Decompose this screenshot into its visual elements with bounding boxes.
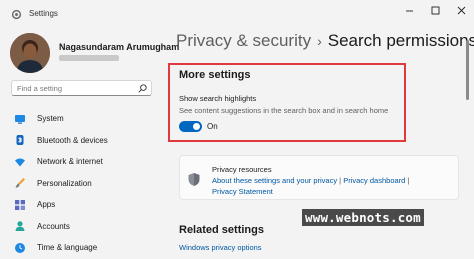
- person-icon: [14, 220, 26, 232]
- sidebar-nav: System Bluetooth & devices Network & int…: [10, 108, 160, 259]
- search-icon[interactable]: [138, 84, 147, 93]
- window-controls: [396, 0, 474, 22]
- sidebar-item-network[interactable]: Network & internet: [10, 151, 160, 173]
- close-button[interactable]: [448, 0, 474, 20]
- privacy-links-row-2: Privacy Statement: [212, 187, 273, 196]
- window-title: Settings: [29, 9, 58, 18]
- user-email-redacted: [59, 55, 119, 61]
- search-input[interactable]: [17, 82, 135, 94]
- link-separator: |: [407, 176, 410, 185]
- clock-globe-icon: [14, 242, 26, 254]
- privacy-statement-link[interactable]: Privacy Statement: [212, 187, 273, 196]
- maximize-button[interactable]: [422, 0, 448, 20]
- related-settings-heading: Related settings: [179, 224, 264, 236]
- about-privacy-link[interactable]: About these settings and your privacy: [212, 176, 337, 185]
- user-name: Nagasundaram Arumugham: [59, 42, 180, 52]
- annotation-highlight-box: [168, 63, 406, 142]
- page-title: Search permissions: [327, 31, 474, 50]
- privacy-links-row: About these settings and your privacy | …: [212, 176, 409, 185]
- avatar[interactable]: [10, 33, 50, 73]
- shield-icon: [188, 173, 200, 186]
- sidebar-item-time-language[interactable]: Time & language: [10, 237, 160, 259]
- link-separator: |: [339, 176, 342, 185]
- sidebar-item-apps[interactable]: Apps: [10, 194, 160, 216]
- breadcrumb-parent-link[interactable]: Privacy & security: [176, 31, 311, 50]
- bluetooth-icon: [14, 134, 26, 146]
- sidebar-item-label: Time & language: [37, 243, 98, 253]
- minimize-button[interactable]: [396, 0, 422, 20]
- maximize-icon: [431, 6, 439, 14]
- sidebar-item-bluetooth[interactable]: Bluetooth & devices: [10, 130, 160, 152]
- sidebar-item-label: Apps: [37, 200, 56, 210]
- sidebar-item-label: System: [37, 114, 64, 124]
- sidebar-item-label: Bluetooth & devices: [37, 135, 108, 145]
- settings-app-icon: [11, 9, 22, 20]
- privacy-dashboard-link[interactable]: Privacy dashboard: [343, 176, 405, 185]
- sidebar-item-label: Network & internet: [37, 157, 103, 167]
- breadcrumb: Privacy & security › Search permissions: [176, 31, 474, 51]
- minimize-icon: [405, 10, 413, 11]
- privacy-resources-title: Privacy resources: [212, 165, 272, 174]
- brush-icon: [14, 177, 26, 189]
- close-icon: [457, 6, 465, 14]
- watermark: www.webnots.com: [302, 209, 424, 226]
- windows-privacy-options-link[interactable]: Windows privacy options: [179, 243, 262, 252]
- monitor-icon: [14, 113, 26, 125]
- sidebar-item-label: Accounts: [37, 221, 70, 231]
- user-photo-icon: [10, 33, 50, 73]
- sidebar-item-system[interactable]: System: [10, 108, 160, 130]
- sidebar-item-label: Personalization: [37, 178, 92, 188]
- sidebar-item-accounts[interactable]: Accounts: [10, 216, 160, 238]
- wifi-icon: [14, 156, 26, 168]
- apps-icon: [14, 199, 26, 211]
- title-bar: Settings: [0, 0, 474, 28]
- chevron-right-icon: ›: [317, 33, 322, 49]
- scrollbar[interactable]: [466, 40, 469, 100]
- settings-search[interactable]: [11, 80, 152, 96]
- sidebar-item-personalization[interactable]: Personalization: [10, 173, 160, 195]
